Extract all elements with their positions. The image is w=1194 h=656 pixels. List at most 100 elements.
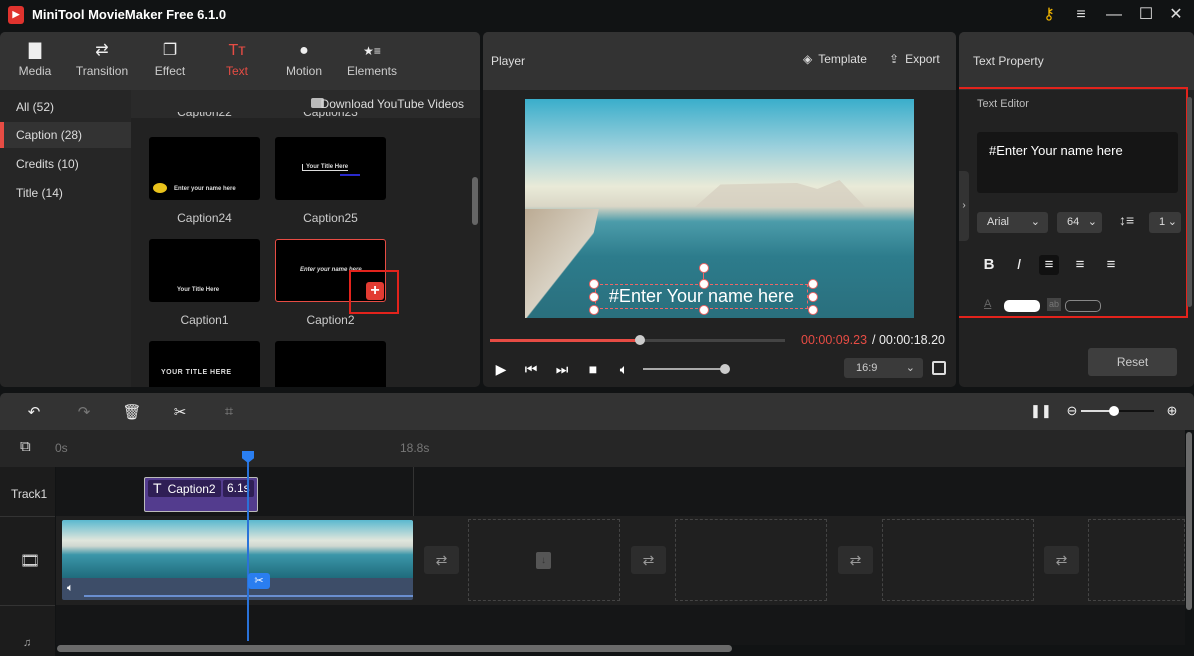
bold-button[interactable]: B [979,255,999,275]
text-editor-input[interactable]: #Enter Your name here [977,132,1178,193]
underline-decoration [340,174,360,176]
next-frame-button[interactable]: ⏭ [554,361,570,378]
previous-frame-button[interactable]: ⏮ [523,361,539,378]
thumbnail-caption[interactable] [275,341,386,387]
fit-timeline-icon[interactable]: ❚❚ [1030,403,1052,419]
track-label: Track1 [11,487,48,501]
undo-button[interactable]: ↶ [24,403,44,421]
download-youtube-link[interactable]: Download YouTube Videos [321,97,464,111]
menu-icon[interactable]: ≡ [1068,4,1094,26]
toolbar-elements[interactable]: ★≡ Elements [337,40,407,86]
line-spacing-value: 1 [1159,216,1166,228]
video-clip[interactable]: 🔈︎ [62,520,413,600]
font-family-select[interactable]: Arial ⌄ [977,212,1048,233]
folder-icon: ▇ [28,42,42,59]
close-icon[interactable]: ✕ [1163,4,1189,26]
category-all[interactable]: All (52) [0,94,131,120]
toolbar-effect[interactable]: ❐ Effect [135,40,205,86]
category-caption[interactable]: Caption (28) [0,122,131,148]
zoom-in-icon[interactable]: ⊕ [1162,403,1182,419]
thumbnail-caption25[interactable]: Your Title Here [275,137,386,200]
ruler-end-label: 18.8s [400,441,430,455]
fullscreen-button[interactable] [932,361,946,375]
thumbnail-label-partial: Caption22 [149,112,260,118]
timeline-ruler[interactable]: ⧉ [0,430,1185,467]
empty-clip-slot[interactable] [675,519,827,601]
maximize-icon[interactable]: ☐ [1133,4,1159,26]
category-title[interactable]: Title (14) [0,180,131,206]
thumbnail-label-partial: Caption23 [275,112,386,118]
volume-slider[interactable] [643,368,725,370]
thumbnail-caption[interactable]: YOUR TITLE HERE [149,341,260,387]
timeline-vertical-scrollbar[interactable] [1186,432,1192,610]
text-property-scrollbar[interactable] [1187,97,1192,307]
background-color-swatch[interactable] [1065,300,1101,312]
volume-icon[interactable]: 🔈︎ [616,361,632,378]
rotate-handle[interactable] [699,263,709,273]
export-button[interactable]: ⇪ Export [889,52,940,66]
library-scrollbar[interactable] [472,177,478,225]
split-at-playhead-button[interactable]: ✂ [248,573,270,589]
category-credits[interactable]: Credits (10) [0,151,131,177]
resize-handle[interactable] [589,305,599,315]
split-scissors-icon[interactable]: ✂ [170,403,190,421]
transition-slot-button[interactable]: ⇄ [838,546,873,574]
empty-clip-slot[interactable] [882,519,1034,601]
italic-button[interactable]: I [1009,255,1029,275]
volume-slider-handle[interactable] [720,364,730,374]
align-left-button[interactable]: ≡ [1039,255,1059,275]
font-size-select[interactable]: 64 ⌄ [1057,212,1102,233]
resize-handle[interactable] [808,292,818,302]
caption-clip[interactable]: T Caption2 6.1s [144,477,258,512]
align-right-button[interactable]: ≡ [1101,255,1121,275]
chevron-down-icon: ⌄ [1167,216,1177,228]
minimize-icon[interactable]: — [1101,4,1127,26]
toolbar-transition[interactable]: ⇄ Transition [67,40,137,86]
playhead[interactable] [247,461,249,641]
transition-slot-button[interactable]: ⇄ [424,546,459,574]
reset-button[interactable]: Reset [1088,348,1177,376]
app-title: MiniTool MovieMaker Free 6.1.0 [32,7,227,22]
key-icon[interactable]: ⚷ [1036,4,1062,26]
transition-slot-button[interactable]: ⇄ [1044,546,1079,574]
add-to-timeline-button[interactable]: + [366,282,384,300]
timeline-zoom-handle[interactable] [1108,406,1119,416]
align-center-button[interactable]: ≡ [1070,255,1090,275]
resize-handle[interactable] [699,305,709,315]
track-header-column: Track1 🎞︎ ♫ [0,467,55,656]
resize-handle[interactable] [808,305,818,315]
toolbar-text[interactable]: Tт Text [202,40,272,86]
player-panel: Player ◈ Template ⇪ Export #Enter Your nam… [483,32,956,387]
thumbnail-caption1[interactable]: Your Title Here [149,239,260,302]
transition-slot-button[interactable]: ⇄ [631,546,666,574]
thumbnail-label: Caption24 [177,211,232,225]
resize-handle[interactable] [589,279,599,289]
thumbnail-caption24[interactable]: Enter your name here [149,137,260,200]
redo-button[interactable]: ↷ [74,403,94,421]
clip-volume-icon[interactable]: 🔈︎ [67,582,74,595]
resize-handle[interactable] [699,279,709,289]
toolbar-media[interactable]: ▇ Media [0,40,70,86]
crop-icon[interactable]: ⌗ [219,403,239,420]
font-family-value: Arial [987,216,1010,228]
timeline-horizontal-scrollbar[interactable] [57,645,732,652]
line-spacing-select[interactable]: 1 ⌄ [1149,212,1181,233]
play-button[interactable]: ▶ [493,361,509,378]
text-color-swatch[interactable] [1004,300,1040,312]
resize-handle[interactable] [589,292,599,302]
seek-bar-handle[interactable] [634,335,645,345]
resize-handle[interactable] [808,279,818,289]
aspect-ratio-select[interactable]: 16:9 ⌄ [844,358,923,378]
add-track-icon[interactable]: ⧉ [20,438,31,455]
template-button[interactable]: ◈ Template [803,52,867,66]
toolbar-motion[interactable]: ● Motion [269,40,339,86]
empty-clip-slot[interactable] [1088,519,1185,601]
text-icon: T [153,480,162,496]
music-track[interactable] [56,605,1185,645]
video-preview[interactable]: #Enter Your name here [525,99,914,318]
clip-frame [224,520,305,578]
zoom-out-icon[interactable]: ⊖ [1062,403,1082,419]
stop-button[interactable]: ■ [585,361,601,377]
delete-icon[interactable]: 🗑︎ [122,403,142,421]
empty-clip-slot[interactable]: ↓ [468,519,620,601]
